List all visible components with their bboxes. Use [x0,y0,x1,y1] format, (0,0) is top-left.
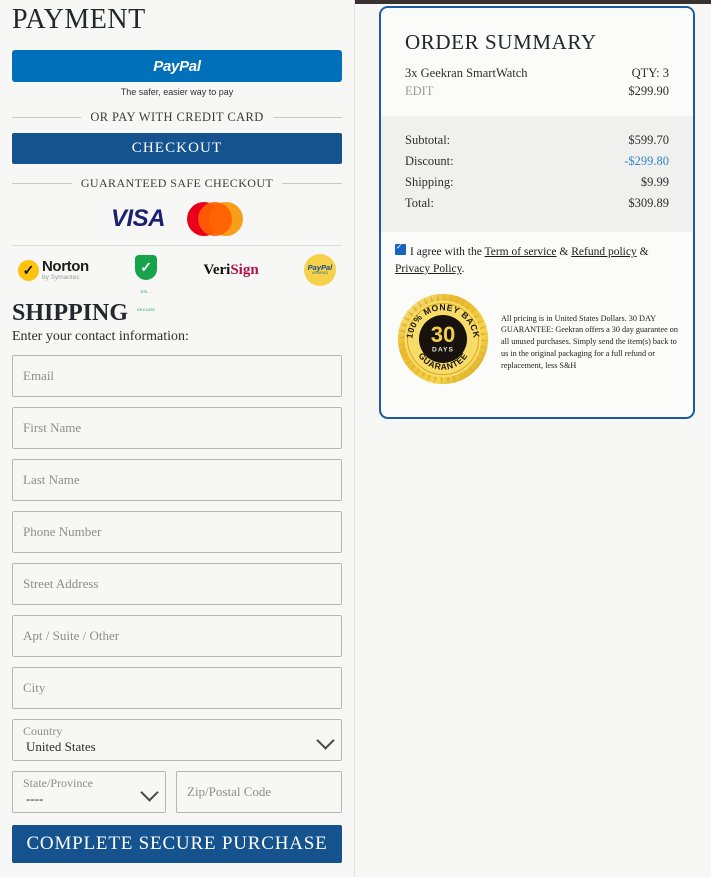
last-name-field[interactable] [12,459,342,501]
checkout-page: PAYMENT PayPal The safer, easier way to … [0,0,711,877]
paypal-verified-sublabel: VERIFIED [311,271,329,276]
discount-label: Discount: [405,154,454,168]
country-select[interactable]: Country United States [12,719,342,761]
card-logos-row: VISA [12,197,342,246]
state-select[interactable]: State/Province ---- [12,771,166,813]
ssl-shield-label: SSL - SECURE [136,289,156,312]
total-label: Total: [405,196,434,210]
refund-policy-link[interactable]: Refund policy [571,246,636,258]
country-value: United States [26,739,96,754]
verisign-veri: Veri [203,261,231,278]
complete-secure-purchase-button[interactable]: COMPLETE SECURE PURCHASE [12,825,342,863]
paypal-verified-icon: PayPal VERIFIED [303,254,336,286]
paypal-button[interactable]: PayPal [12,50,342,82]
total-row: Total: $309.89 [405,193,669,214]
guarantee-text: All pricing is in United States Dollars.… [501,313,678,371]
verisign-icon: VeriSign [203,261,259,278]
order-item-edit-row: EDIT $299.90 [405,84,669,99]
order-totals: Subtotal: $599.70 Discount: -$299.80 Shi… [381,116,693,232]
order-summary-panel: ORDER SUMMARY 3x Geekran SmartWatch QTY:… [379,6,695,419]
email-field[interactable] [12,355,342,397]
terms-agreement: I agree with the Term of service & Refun… [381,232,693,279]
order-item-qty: QTY: 3 [631,66,669,80]
checkout-button[interactable]: CHECKOUT [12,133,342,164]
agree-prefix: I agree with the [410,246,482,258]
ampersand-2: & [639,246,649,258]
phone-number-field[interactable] [12,511,342,553]
safe-checkout-label: GUARANTEED SAFE CHECKOUT [80,176,274,190]
privacy-policy-link[interactable]: Privacy Policy [395,263,462,275]
order-summary-title: ORDER SUMMARY [405,30,597,54]
trust-badges-row: Norton by Symantec SSL - SECURE VeriSign… [12,246,342,312]
subtotal-label: Subtotal: [405,133,451,147]
money-back-guarantee-icon: 100% MONEY BACK GUARANTEE 30 DAYS [395,291,491,387]
norton-label: Norton [42,257,89,275]
top-strip [355,0,711,4]
shipping-row: Shipping: $9.99 [405,172,669,193]
paypal-subtext: The safer, easier way to pay [120,87,234,97]
order-summary-header: ORDER SUMMARY 3x Geekran SmartWatch QTY:… [381,8,693,107]
mastercard-icon [187,202,243,236]
country-label: Country [23,724,63,738]
state-zip-row: State/Province ---- [12,771,342,823]
first-name-field[interactable] [12,407,342,449]
discount-row: Discount: -$299.80 [405,151,669,172]
norton-icon: Norton by Symantec [18,259,89,282]
edit-item-link[interactable]: EDIT [405,84,433,99]
payment-shipping-column: PAYMENT PayPal The safer, easier way to … [0,0,355,877]
subtotal-row: Subtotal: $599.70 [405,130,669,151]
shipping-title: SHIPPING [12,300,129,326]
paypal-logo-text: PayPal [153,57,201,75]
badge-number: 30 [431,321,456,346]
shipping-cost-value: $9.99 [640,175,669,189]
terms-period: . [461,263,465,276]
credit-card-divider-label: OR PAY WITH CREDIT CARD [90,110,264,124]
agree-checkbox[interactable] [395,241,406,255]
badge-days: DAYS [432,346,454,353]
apt-suite-field[interactable] [12,615,342,657]
ampersand-1: & [559,246,569,258]
zip-postal-code-field[interactable] [176,771,342,813]
state-value: ---- [26,791,44,806]
verisign-sign: Sign [230,261,259,278]
order-item-price: $299.90 [628,84,669,98]
shipping-instruction: Enter your contact information: [12,329,189,344]
paypal-verified-label: PayPal [307,262,333,272]
guarantee-section: 100% MONEY BACK GUARANTEE 30 DAYS All pr… [381,279,693,387]
page-title: PAYMENT [12,4,146,35]
visa-icon: VISA [110,205,166,232]
credit-card-divider: OR PAY WITH CREDIT CARD [12,110,342,125]
city-field[interactable] [12,667,342,709]
term-of-service-link[interactable]: Term of service [485,246,557,258]
state-label: State/Province [23,776,93,790]
street-address-field[interactable] [12,563,342,605]
order-item-name: 3x Geekran SmartWatch [405,66,528,80]
safe-checkout-divider: GUARANTEED SAFE CHECKOUT [12,176,342,191]
discount-value: -$299.80 [624,154,669,168]
complete-secure-purchase-label: COMPLETE SECURE PURCHASE [26,833,328,854]
total-value: $309.89 [628,196,669,210]
order-item-row: 3x Geekran SmartWatch QTY: 3 [405,66,669,81]
checkout-button-label: CHECKOUT [131,140,223,156]
shipping-cost-label: Shipping: [405,175,454,189]
norton-sublabel: by Symantec [42,273,80,281]
ssl-shield-icon: SSL - SECURE [134,255,158,312]
norton-check-icon [18,259,39,281]
subtotal-value: $599.70 [628,133,669,147]
